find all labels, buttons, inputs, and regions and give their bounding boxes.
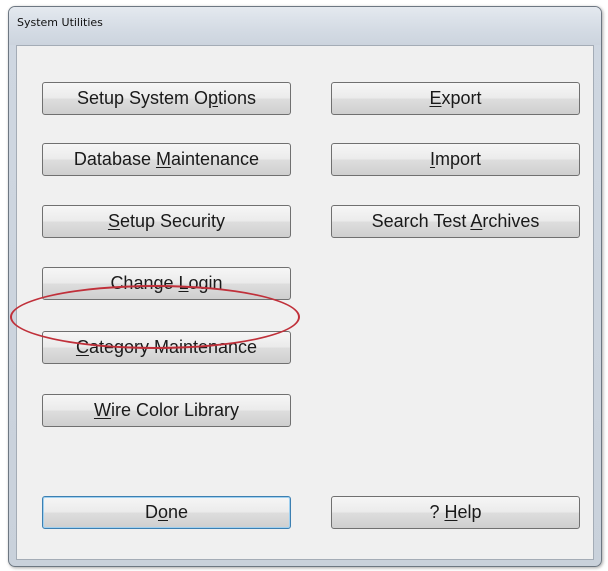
export-button[interactable]: Export bbox=[331, 82, 580, 115]
button-label-part: ategory Maintenance bbox=[88, 337, 258, 357]
button-label-part: etup Security bbox=[119, 211, 226, 231]
change-login-button[interactable]: Change Login bbox=[42, 267, 291, 300]
done-button[interactable]: Done bbox=[42, 496, 291, 529]
button-label-part: xport bbox=[441, 88, 482, 108]
button-label-part: elp bbox=[457, 502, 482, 522]
dialog-client-area bbox=[16, 45, 594, 560]
button-label-part: tions bbox=[218, 88, 257, 108]
access-key: p bbox=[208, 88, 219, 108]
search-test-archives-button[interactable]: Search Test Archives bbox=[331, 205, 580, 238]
access-key: A bbox=[470, 211, 483, 231]
access-key: M bbox=[155, 149, 171, 169]
button-label-part: Search Test bbox=[371, 211, 471, 231]
category-maintenance-button[interactable]: Category Maintenance bbox=[42, 331, 291, 364]
button-label-part: rchives bbox=[482, 211, 540, 231]
access-key: o bbox=[157, 502, 168, 522]
database-maintenance-button[interactable]: Database Maintenance bbox=[42, 143, 291, 176]
wire-color-library-button[interactable]: Wire Color Library bbox=[42, 394, 291, 427]
button-label-part: ne bbox=[167, 502, 189, 522]
access-key: H bbox=[444, 502, 458, 522]
button-label-part: ? bbox=[429, 502, 445, 522]
button-label-part: Change bbox=[110, 273, 179, 293]
button-label-part: aintenance bbox=[170, 149, 260, 169]
window-title: System Utilities bbox=[17, 16, 103, 29]
setup-security-button[interactable]: Setup Security bbox=[42, 205, 291, 238]
button-label-part: mport bbox=[435, 149, 482, 169]
access-key: E bbox=[429, 88, 442, 108]
import-button[interactable]: Import bbox=[331, 143, 580, 176]
help-button[interactable]: ? Help bbox=[331, 496, 580, 529]
access-key: L bbox=[178, 273, 189, 293]
setup-system-options-button[interactable]: Setup System Options bbox=[42, 82, 291, 115]
access-key: C bbox=[75, 337, 89, 357]
button-label-part: Database bbox=[73, 149, 156, 169]
title-bar[interactable]: System Utilities bbox=[9, 7, 601, 45]
button-label-part: Setup System O bbox=[76, 88, 208, 108]
access-key: W bbox=[93, 400, 111, 420]
button-label-part: D bbox=[144, 502, 158, 522]
button-label-part: ogin bbox=[188, 273, 223, 293]
access-key: S bbox=[107, 211, 120, 231]
button-label-part: ire Color Library bbox=[110, 400, 240, 420]
